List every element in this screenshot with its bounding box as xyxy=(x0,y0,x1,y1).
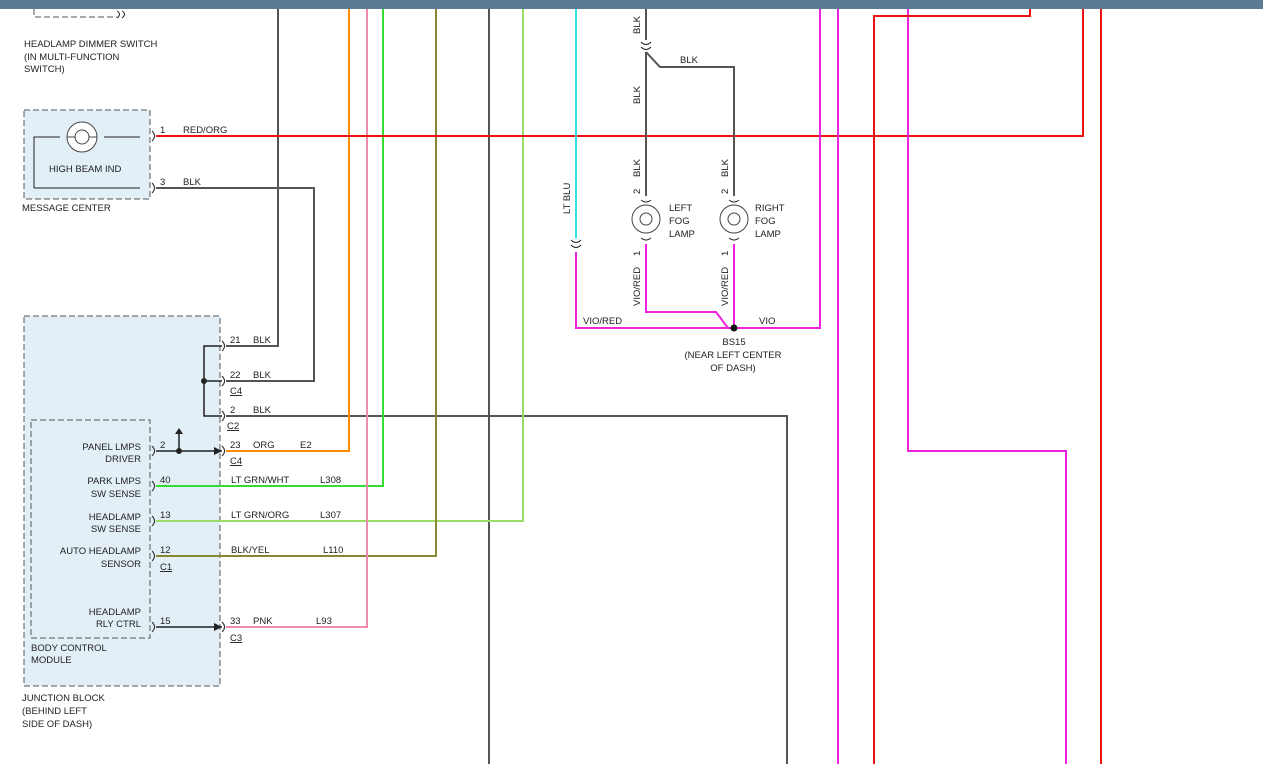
jb-wire-33: PNK xyxy=(253,616,273,627)
high-beam-ind-label: HIGH BEAM IND xyxy=(49,164,121,175)
bcm-pin-40: 40 xyxy=(160,475,171,486)
dimmer-switch-label-2: (IN MULTI-FUNCTION xyxy=(24,52,119,63)
right-fog-label-2: FOG xyxy=(755,216,776,227)
bcm-pin-2: 2 xyxy=(160,440,165,451)
jb-conn-c4b: C4 xyxy=(230,456,242,467)
label-vio-red-h: VIO/RED xyxy=(583,316,622,327)
mc-wire-1: RED/ORG xyxy=(183,125,227,136)
label-blk-right-fog: BLK xyxy=(720,158,731,177)
headlamp-rly-label-2: RLY CTRL xyxy=(96,619,141,630)
wire-vio-red-left-fog xyxy=(645,244,729,329)
right-fog-label-1: RIGHT xyxy=(755,203,785,214)
window-header-bar xyxy=(0,0,1263,9)
dimmer-switch-label-1: HEADLAMP DIMMER SWITCH xyxy=(24,39,158,50)
right-fog-label-3: LAMP xyxy=(755,229,781,240)
label-vio: VIO xyxy=(759,316,775,327)
mc-wire-3: BLK xyxy=(183,177,202,188)
bcm-pin-15: 15 xyxy=(160,616,171,627)
mc-pin-3: 3 xyxy=(160,177,165,188)
jb-wire-22: BLK xyxy=(253,370,272,381)
bcm-label-1: BODY CONTROL xyxy=(31,643,107,654)
panel-lmps-label-2: DRIVER xyxy=(105,454,141,465)
auto-headlamp-label-1: AUTO HEADLAMP xyxy=(60,546,141,557)
message-center: HIGH BEAM IND MESSAGE CENTER xyxy=(22,109,151,214)
splice-label-1: BS15 xyxy=(722,337,745,348)
label-blk-top: BLK xyxy=(632,15,643,34)
jb-circuit-23: E2 xyxy=(300,440,312,451)
headlamp-sw-label-1: HEADLAMP xyxy=(89,512,141,523)
splice-label-3: OF DASH) xyxy=(710,363,755,374)
wire-blk-2 xyxy=(226,415,788,764)
left-fog-label-3: LAMP xyxy=(669,229,695,240)
jb-circuit-33: L93 xyxy=(316,616,332,627)
left-fog-label-2: FOG xyxy=(669,216,690,227)
wire-red-1 xyxy=(873,9,1031,764)
jb-pin-22: 22 xyxy=(230,370,241,381)
bcm-wire-13: LT GRN/ORG xyxy=(231,510,289,521)
jb-conn-c3: C3 xyxy=(230,633,242,644)
bcm-pin-13: 13 xyxy=(160,510,171,521)
park-lmps-label-1: PARK LMPS xyxy=(87,476,141,487)
right-fog-pin-2: 2 xyxy=(720,189,731,194)
junction-block-label-1: JUNCTION BLOCK xyxy=(22,693,106,704)
wire-red-org xyxy=(156,9,1084,137)
bcm-label-2: MODULE xyxy=(31,655,72,666)
wire-vio-red-vio xyxy=(575,9,821,329)
label-blk-mid: BLK xyxy=(632,85,643,104)
bcm-conn-c1: C1 xyxy=(160,562,172,573)
headlamp-dimmer-switch: HEADLAMP DIMMER SWITCH (IN MULTI-FUNCTIO… xyxy=(24,9,158,75)
jb-conn-c4a: C4 xyxy=(230,386,242,397)
wire-pnk-33 xyxy=(226,9,368,628)
wiring-diagram: HEADLAMP DIMMER SWITCH (IN MULTI-FUNCTIO… xyxy=(0,0,1263,764)
jb-conn-c2: C2 xyxy=(227,421,239,432)
label-blk-left-fog: BLK xyxy=(632,158,643,177)
splice-label-2: (NEAR LEFT CENTER xyxy=(685,350,782,361)
wire-magenta-2 xyxy=(907,9,1067,764)
junction-block-label-2: (BEHIND LEFT xyxy=(22,706,87,717)
bcm-pin-12: 12 xyxy=(160,545,171,556)
headlamp-rly-label-1: HEADLAMP xyxy=(89,607,141,618)
jb-wire-2: BLK xyxy=(253,405,272,416)
bcm-circuit-40: L308 xyxy=(320,475,341,486)
jb-wire-21: BLK xyxy=(253,335,272,346)
jb-pin-2: 2 xyxy=(230,405,235,416)
label-lt-blu: LT BLU xyxy=(562,183,573,214)
left-fog-pin-2: 2 xyxy=(632,189,643,194)
label-blk-branch: BLK xyxy=(680,55,699,66)
jb-pin-33: 33 xyxy=(230,616,241,627)
dimmer-switch-label-3: SWITCH) xyxy=(24,64,65,75)
left-fog-pin-1: 1 xyxy=(632,251,643,256)
park-lmps-label-2: SW SENSE xyxy=(91,489,141,500)
left-fog-lamp: LEFT FOG LAMP xyxy=(631,199,695,241)
junction-block: BODY CONTROL MODULE JUNCTION BLOCK (BEHI… xyxy=(22,315,221,730)
auto-headlamp-label-2: SENSOR xyxy=(101,559,141,570)
bcm-circuit-13: L307 xyxy=(320,510,341,521)
wire-org-23 xyxy=(226,9,350,452)
mc-pin-1: 1 xyxy=(160,125,165,136)
panel-lmps-label-1: PANEL LMPS xyxy=(82,442,141,453)
jb-wire-23: ORG xyxy=(253,440,275,451)
splice-bs15 xyxy=(730,324,738,332)
junction-block-label-3: SIDE OF DASH) xyxy=(22,719,92,730)
bcm-wire-40: LT GRN/WHT xyxy=(231,475,289,486)
headlamp-sw-label-2: SW SENSE xyxy=(91,524,141,535)
right-fog-pin-1: 1 xyxy=(720,251,731,256)
jb-pin-21: 21 xyxy=(230,335,241,346)
label-vio-red-left: VIO/RED xyxy=(632,267,643,306)
bcm-circuit-12: L110 xyxy=(323,545,343,556)
left-fog-label-1: LEFT xyxy=(669,203,692,214)
wire-blk-21 xyxy=(226,9,279,347)
bcm-wire-12: BLK/YEL xyxy=(231,545,270,556)
right-fog-lamp: RIGHT FOG LAMP xyxy=(719,199,785,241)
jb-pin-23: 23 xyxy=(230,440,241,451)
label-vio-red-right: VIO/RED xyxy=(720,267,731,306)
message-center-label: MESSAGE CENTER xyxy=(22,203,111,214)
